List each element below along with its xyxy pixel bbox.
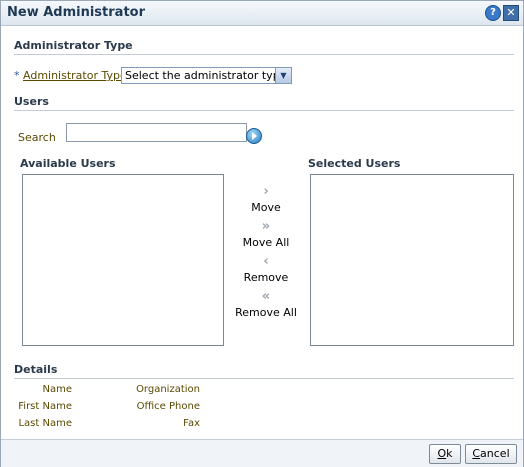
administrator-type-field-label: Administrator Type	[23, 69, 127, 82]
detail-office-phone-label: Office Phone	[136, 401, 200, 412]
selected-users-header: Selected Users	[308, 157, 401, 170]
section-divider	[14, 54, 514, 55]
detail-last-name-label: Last Name	[18, 418, 72, 429]
move-all-icon[interactable]: »	[251, 219, 281, 234]
detail-first-name-label: First Name	[18, 401, 72, 412]
search-go-icon[interactable]	[246, 128, 262, 144]
move-icon[interactable]: ›	[251, 184, 281, 199]
new-administrator-dialog: New Administrator ? ✕ Administrator Type…	[0, 0, 524, 467]
section-divider	[14, 110, 514, 111]
cancel-button[interactable]: Cancel	[465, 444, 517, 464]
ok-mnemonic: O	[437, 447, 447, 460]
remove-all-icon[interactable]: «	[251, 289, 281, 304]
users-header: Users	[14, 95, 49, 108]
available-users-header: Available Users	[20, 157, 116, 170]
move-button[interactable]: Move	[226, 201, 306, 214]
administrator-type-selected-value: Select the administrator type	[125, 69, 287, 82]
administrator-type-header: Administrator Type	[14, 39, 133, 52]
ok-label-rest: k	[446, 447, 453, 460]
chevron-down-icon[interactable]: ▼	[275, 68, 291, 83]
search-label: Search	[18, 131, 56, 144]
available-users-list[interactable]	[22, 174, 224, 346]
required-marker: *	[14, 69, 20, 82]
details-header: Details	[14, 363, 58, 376]
administrator-type-select[interactable]: Select the administrator type ▼	[121, 67, 292, 84]
remove-button[interactable]: Remove	[226, 271, 306, 284]
close-icon[interactable]: ✕	[503, 5, 519, 21]
section-divider	[14, 378, 514, 379]
detail-name-label: Name	[42, 384, 72, 395]
cancel-label-rest: ancel	[480, 447, 510, 460]
dialog-title: New Administrator	[7, 5, 146, 20]
detail-fax-label: Fax	[183, 418, 200, 429]
cancel-mnemonic: C	[472, 447, 481, 460]
selected-users-list[interactable]	[310, 174, 514, 346]
title-bar: New Administrator ? ✕	[1, 1, 523, 26]
administrator-type-label: * Administrator Type	[14, 69, 127, 82]
move-all-button[interactable]: Move All	[226, 236, 306, 249]
remove-icon[interactable]: ‹	[251, 254, 281, 269]
search-input[interactable]	[66, 123, 247, 142]
detail-organization-label: Organization	[136, 384, 200, 395]
help-icon[interactable]: ?	[485, 5, 501, 21]
ok-button[interactable]: Ok	[429, 444, 461, 464]
remove-all-button[interactable]: Remove All	[226, 306, 306, 319]
